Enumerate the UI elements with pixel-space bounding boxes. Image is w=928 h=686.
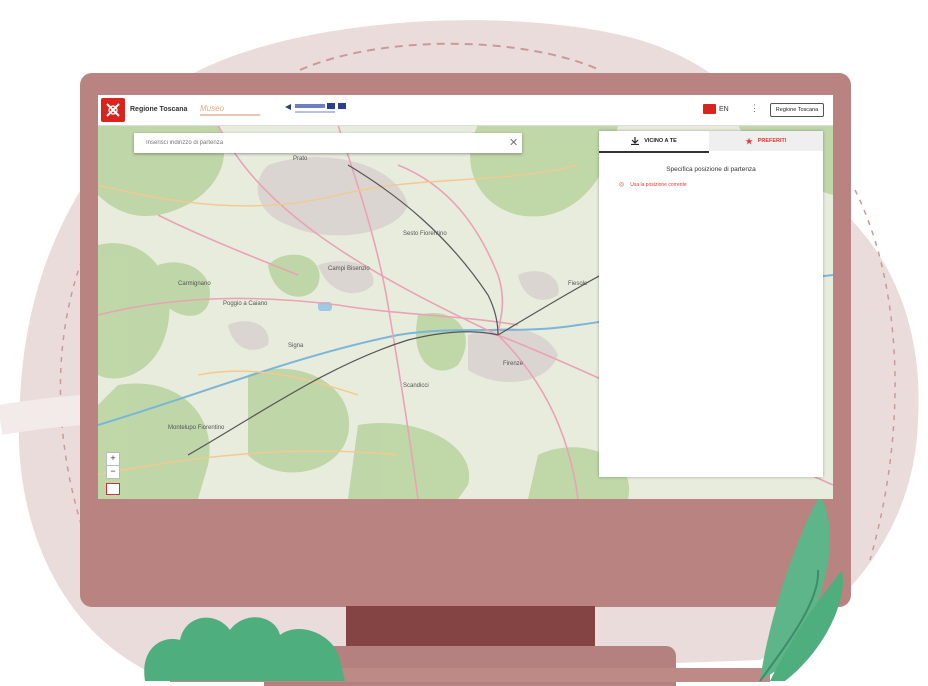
zoom-out-button[interactable]: − <box>106 465 120 479</box>
panel-heading: Specifica posizione di partenza <box>666 166 756 173</box>
brand-name: Regione Toscana <box>130 106 188 113</box>
svg-text:Fiesole: Fiesole <box>568 281 588 287</box>
svg-text:Campi Bisenzio: Campi Bisenzio <box>328 266 370 272</box>
layers-icon[interactable] <box>106 483 120 495</box>
tab-vicino-a-te[interactable]: VICINO A TE <box>599 131 709 153</box>
app-header: Regione Toscana Museo EN ⋮ Regione Tosca… <box>98 95 833 126</box>
svg-text:Poggio a Caiano: Poggio a Caiano <box>223 301 268 307</box>
svg-text:Montelupo Fiorentino: Montelupo Fiorentino <box>168 425 225 431</box>
login-button[interactable]: Regione Toscana <box>770 103 824 117</box>
language-selector[interactable]: EN <box>719 106 729 113</box>
download-pin-icon <box>631 137 640 145</box>
svg-text:Prato: Prato <box>293 156 308 162</box>
search-box: ✕ <box>134 133 522 153</box>
svg-text:Sesto Fiorentino: Sesto Fiorentino <box>403 231 447 237</box>
star-icon: ★ <box>745 136 753 146</box>
side-panel: VICINO A TE ★ PREFERITI Specifica posizi… <box>599 131 823 477</box>
zoom-in-button[interactable]: + <box>106 452 120 466</box>
interreg-logo <box>285 103 346 113</box>
search-input[interactable] <box>146 138 486 148</box>
more-vert-icon[interactable]: ⋮ <box>750 103 759 114</box>
leaf-illustration <box>759 495 843 681</box>
monitor-stand-neck <box>346 606 595 646</box>
svg-text:Firenze: Firenze <box>503 361 524 367</box>
use-position-label: Usa la posizione corrente <box>630 181 687 188</box>
location-icon: ◎ <box>619 182 625 188</box>
svg-text:Carmignano: Carmignano <box>178 281 211 287</box>
tab-label: VICINO A TE <box>644 138 677 144</box>
partner-logo: Museo <box>200 104 260 116</box>
tab-preferiti[interactable]: ★ PREFERITI <box>709 131 823 151</box>
login-button-label: Regione Toscana <box>775 107 819 113</box>
svg-text:Signa: Signa <box>288 343 304 349</box>
svg-text:Scandicci: Scandicci <box>403 383 429 389</box>
bush-illustration <box>144 617 345 681</box>
use-position-link[interactable]: ◎ Usa la posizione corrente <box>619 181 687 189</box>
app-screen: Prato Campi Bisenzio Carmignano Poggio a… <box>98 95 833 499</box>
close-icon[interactable]: ✕ <box>509 136 518 149</box>
regione-logo <box>101 98 125 122</box>
svg-text:Museo: Museo <box>200 104 225 113</box>
flag-icon[interactable] <box>703 104 716 114</box>
tab-label: PREFERITI <box>757 138 787 144</box>
